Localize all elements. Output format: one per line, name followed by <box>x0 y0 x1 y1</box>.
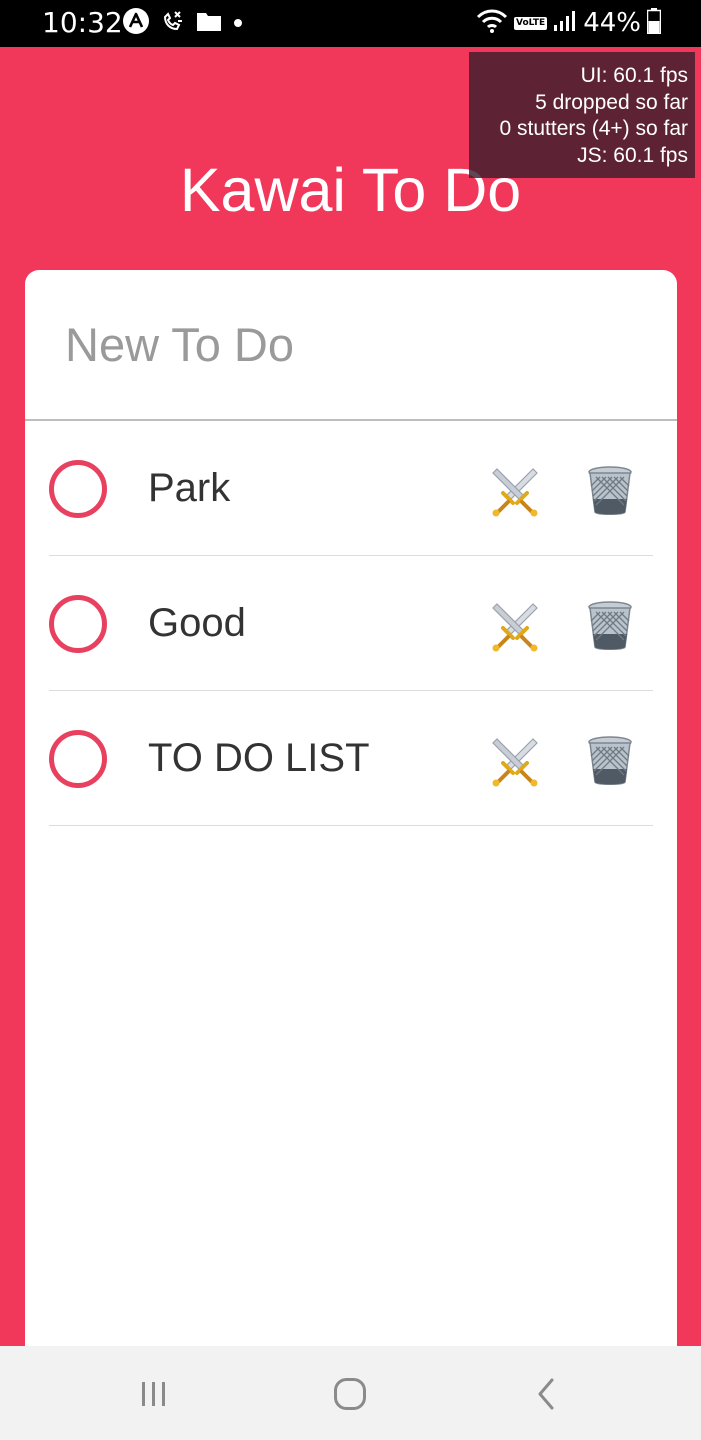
todo-card: Park <box>25 270 677 1370</box>
back-icon[interactable] <box>524 1374 568 1414</box>
missed-call-icon <box>160 8 186 38</box>
ui-fps-text: UI: 60.1 fps <box>580 64 688 87</box>
battery-percent: 44% <box>583 8 641 38</box>
todo-checkbox[interactable] <box>49 730 107 788</box>
todo-list: Park Good TO DO LIST <box>49 421 653 826</box>
system-icons: VoLTE 44% <box>476 7 662 39</box>
folder-icon <box>196 10 222 36</box>
system-nav-bar <box>0 1346 701 1440</box>
dot-icon <box>232 14 244 33</box>
todo-item: Park <box>49 421 653 556</box>
todo-text[interactable]: Park <box>148 463 230 513</box>
app-screen: 10:32 VoLTE 44% UI: 60.1 fps 5 dropped s… <box>0 0 701 1440</box>
battery-icon <box>646 8 662 38</box>
perf-monitor-overlay[interactable]: UI: 60.1 fps 5 dropped so far 0 stutters… <box>469 52 695 178</box>
wastebasket-icon[interactable] <box>587 465 633 517</box>
dropped-frames-text: 5 dropped so far <box>535 90 688 114</box>
todo-text[interactable]: Good <box>148 598 246 648</box>
signal-icon <box>553 9 577 37</box>
crossed-swords-icon[interactable] <box>489 465 541 517</box>
volte-icon: VoLTE <box>514 16 548 30</box>
js-fps-text: JS: 60.1 fps <box>577 143 688 167</box>
home-icon[interactable] <box>328 1374 372 1414</box>
new-todo-input[interactable] <box>25 270 677 421</box>
wastebasket-icon[interactable] <box>587 600 633 652</box>
todo-checkbox[interactable] <box>49 595 107 653</box>
todo-item: Good <box>49 556 653 691</box>
expo-icon <box>122 7 150 39</box>
stutters-text: 0 stutters (4+) so far <box>499 117 689 140</box>
notification-icons <box>122 7 244 39</box>
status-time: 10:32 <box>42 6 123 39</box>
wastebasket-icon[interactable] <box>587 735 633 787</box>
todo-item: TO DO LIST <box>49 691 653 826</box>
wifi-icon <box>476 8 508 38</box>
todo-text[interactable]: TO DO LIST <box>148 733 370 783</box>
crossed-swords-icon[interactable] <box>489 600 541 652</box>
status-bar: 10:32 VoLTE 44% <box>0 0 701 47</box>
crossed-swords-icon[interactable] <box>489 735 541 787</box>
recent-apps-icon[interactable] <box>132 1374 176 1414</box>
todo-checkbox[interactable] <box>49 460 107 518</box>
